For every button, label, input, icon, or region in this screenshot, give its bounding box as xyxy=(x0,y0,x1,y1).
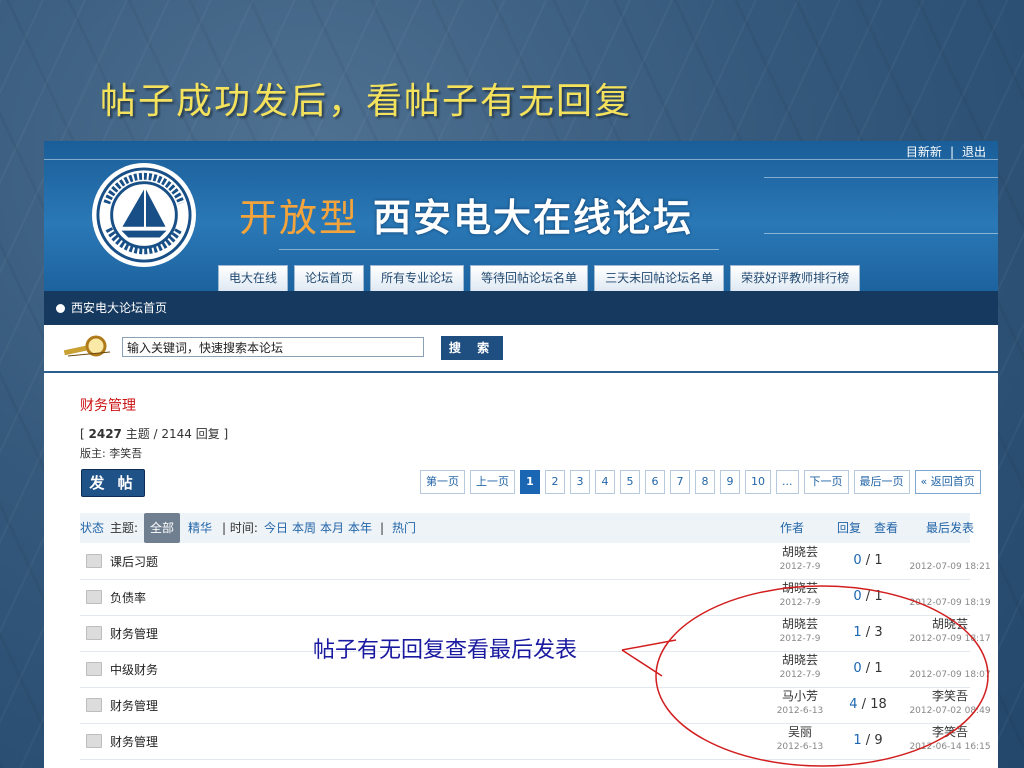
nav-tab-forum-home[interactable]: 论坛首页 xyxy=(294,265,365,291)
nav-tab-all-forums[interactable]: 所有专业论坛 xyxy=(370,265,465,291)
breadcrumb-dot-icon xyxy=(56,304,65,313)
page-1[interactable]: 1 xyxy=(520,470,540,494)
reply-view-count: 0 / 1 xyxy=(853,589,883,604)
folder-icon xyxy=(86,662,102,676)
pagination: 第一页 上一页 1 2 3 4 5 6 7 8 9 10 ... 下一页 最后一… xyxy=(420,470,981,494)
filter-week[interactable]: 本周 xyxy=(292,513,316,543)
university-logo xyxy=(92,163,196,267)
thread-row: 财务管理 吴丽 2012-6-13 1 / 9 李笑吾 2012-06-14 16:… xyxy=(80,723,991,760)
page-first[interactable]: 第一页 xyxy=(420,470,465,494)
thread-row: 课后习题 胡晓芸 2012-7-9 0 / 1 2012-07-09 18:21 xyxy=(80,543,991,580)
reply-view-count: 0 / 1 xyxy=(853,553,883,568)
topics-count: 2427 xyxy=(88,427,122,441)
reply-view-count: 1 / 9 xyxy=(853,733,883,748)
folder-icon xyxy=(86,734,102,748)
folder-icon xyxy=(86,554,102,568)
top-link-separator: | xyxy=(949,145,954,159)
last-post: 胡晓芸 2012-07-09 18:17 xyxy=(909,617,991,644)
thread-title[interactable]: 中级财务 xyxy=(110,661,158,678)
thread-row: 财务管理 马小芳 2012-6-13 4 / 18 李笑吾 2012-07-02 0… xyxy=(80,687,991,724)
last-post: 李笑吾 2012-07-02 08:49 xyxy=(909,689,991,716)
forum-name: 财务管理 xyxy=(80,398,136,414)
thread-author: 马小芳 2012-6-13 xyxy=(776,689,824,716)
page-prev[interactable]: 上一页 xyxy=(470,470,515,494)
filter-hot[interactable]: 热门 xyxy=(392,513,416,543)
search-bar: 搜 索 xyxy=(44,325,998,373)
page-last[interactable]: 最后一页 xyxy=(853,470,910,494)
thread-author: 胡晓芸 2012-7-9 xyxy=(779,617,821,644)
filter-separator: | xyxy=(380,521,385,535)
forum-stats: [ 2427 主题 / 2144 回复 ] xyxy=(80,427,229,441)
last-post: 2012-07-09 18:19 xyxy=(909,598,991,608)
filter-today[interactable]: 今日 xyxy=(264,513,288,543)
folder-icon xyxy=(86,698,102,712)
topic-filter-label: 主题: xyxy=(110,521,139,535)
col-views: 查看 xyxy=(874,521,899,535)
filter-year[interactable]: 本年 xyxy=(348,513,372,543)
thread-title[interactable]: 负债率 xyxy=(110,589,146,606)
moderator: 版主: 李笑吾 xyxy=(80,447,143,460)
thread-table-header: 状态 主题: 全部 精华 | 时间: 今日 本周 本月 本年 | 热门 作者 回… xyxy=(80,513,974,543)
site-title: 开放型 西安电大在线论坛 xyxy=(239,187,693,242)
nav-tab-dianda-online[interactable]: 电大在线 xyxy=(218,265,289,291)
page-8[interactable]: 8 xyxy=(695,470,715,494)
last-post: 李笑吾 2012-06-14 16:15 xyxy=(909,725,991,752)
page-6[interactable]: 6 xyxy=(645,470,665,494)
thread-title[interactable]: 财务管理 xyxy=(110,697,158,714)
col-status: 状态 xyxy=(80,521,105,535)
page-4[interactable]: 4 xyxy=(595,470,615,494)
last-post: 2012-07-09 18:21 xyxy=(909,562,991,572)
main-nav: 电大在线 论坛首页 所有专业论坛 等待回帖论坛名单 三天未回帖论坛名单 荣获好评… xyxy=(218,265,861,291)
folder-icon xyxy=(86,590,102,604)
thread-title[interactable]: 课后习题 xyxy=(110,553,158,570)
reply-view-count: 1 / 3 xyxy=(853,625,883,640)
time-filter-label: | 时间: xyxy=(222,521,258,535)
back-home-button[interactable]: « 返回首页 xyxy=(914,470,981,494)
thread-author: 胡晓芸 2012-7-9 xyxy=(779,545,821,572)
thread-author: 胡晓芸 2012-7-9 xyxy=(779,653,821,680)
page-10[interactable]: 10 xyxy=(745,470,771,494)
breadcrumb: 西安电大论坛首页 xyxy=(44,291,998,325)
site-title-open: 开放型 xyxy=(239,196,360,240)
breadcrumb-home-link[interactable]: 西安电大论坛首页 xyxy=(71,301,167,315)
thread-author: 吴丽 2012-6-13 xyxy=(776,725,824,752)
page-2[interactable]: 2 xyxy=(545,470,565,494)
site-title-name: 西安电大在线论坛 xyxy=(373,196,694,240)
annotation-callout: 帖子有无回复查看最后发表 xyxy=(313,638,578,663)
nav-tab-teacher-ranking[interactable]: 荣获好评教师排行榜 xyxy=(730,265,861,291)
folder-icon xyxy=(86,626,102,640)
thread-row: 负债率 胡晓芸 2012-7-9 0 / 1 2012-07-09 18:19 xyxy=(80,579,991,616)
thread-author: 胡晓芸 2012-7-9 xyxy=(779,581,821,608)
reply-view-count: 4 / 18 xyxy=(849,697,887,712)
logout-link[interactable]: 退出 xyxy=(958,145,990,159)
user-link[interactable]: 目新新 xyxy=(902,145,946,159)
reply-view-count: 0 / 1 xyxy=(853,661,883,676)
col-last-post: 最后发表 xyxy=(926,521,975,535)
top-links: 目新新 | 退出 xyxy=(902,143,990,160)
magnifier-icon xyxy=(63,335,111,357)
header-banner: 开放型 西安电大在线论坛 目新新 | 退出 电大在线 论坛首页 所有专业论坛 等待回帖… xyxy=(44,141,998,291)
page-ellipsis: ... xyxy=(776,470,799,494)
slide-title: 帖子成功发后，看帖子有无回复 xyxy=(100,81,633,122)
search-button[interactable]: 搜 索 xyxy=(441,336,503,360)
col-replies: 回复 xyxy=(837,521,862,535)
col-author: 作者 xyxy=(780,521,805,535)
filter-all[interactable]: 全部 xyxy=(144,513,181,543)
thread-title[interactable]: 财务管理 xyxy=(110,733,158,750)
page-5[interactable]: 5 xyxy=(620,470,640,494)
filter-elite[interactable]: 精华 xyxy=(188,513,212,543)
thread-title[interactable]: 财务管理 xyxy=(110,625,158,642)
page-next[interactable]: 下一页 xyxy=(803,470,849,494)
page-7[interactable]: 7 xyxy=(670,470,690,494)
page-3[interactable]: 3 xyxy=(570,470,590,494)
sailboat-seal-icon xyxy=(96,167,192,263)
forum-screenshot: 开放型 西安电大在线论坛 目新新 | 退出 电大在线 论坛首页 所有专业论坛 等待回帖… xyxy=(44,141,998,768)
page-9[interactable]: 9 xyxy=(720,470,740,494)
new-post-button[interactable]: 发 帖 xyxy=(81,469,145,497)
filter-month[interactable]: 本月 xyxy=(320,513,344,543)
last-post: 2012-07-09 18:07 xyxy=(909,670,991,680)
nav-tab-three-days-no-reply[interactable]: 三天未回帖论坛名单 xyxy=(594,265,725,291)
search-input[interactable] xyxy=(122,337,424,357)
nav-tab-awaiting-reply[interactable]: 等待回帖论坛名单 xyxy=(470,265,589,291)
